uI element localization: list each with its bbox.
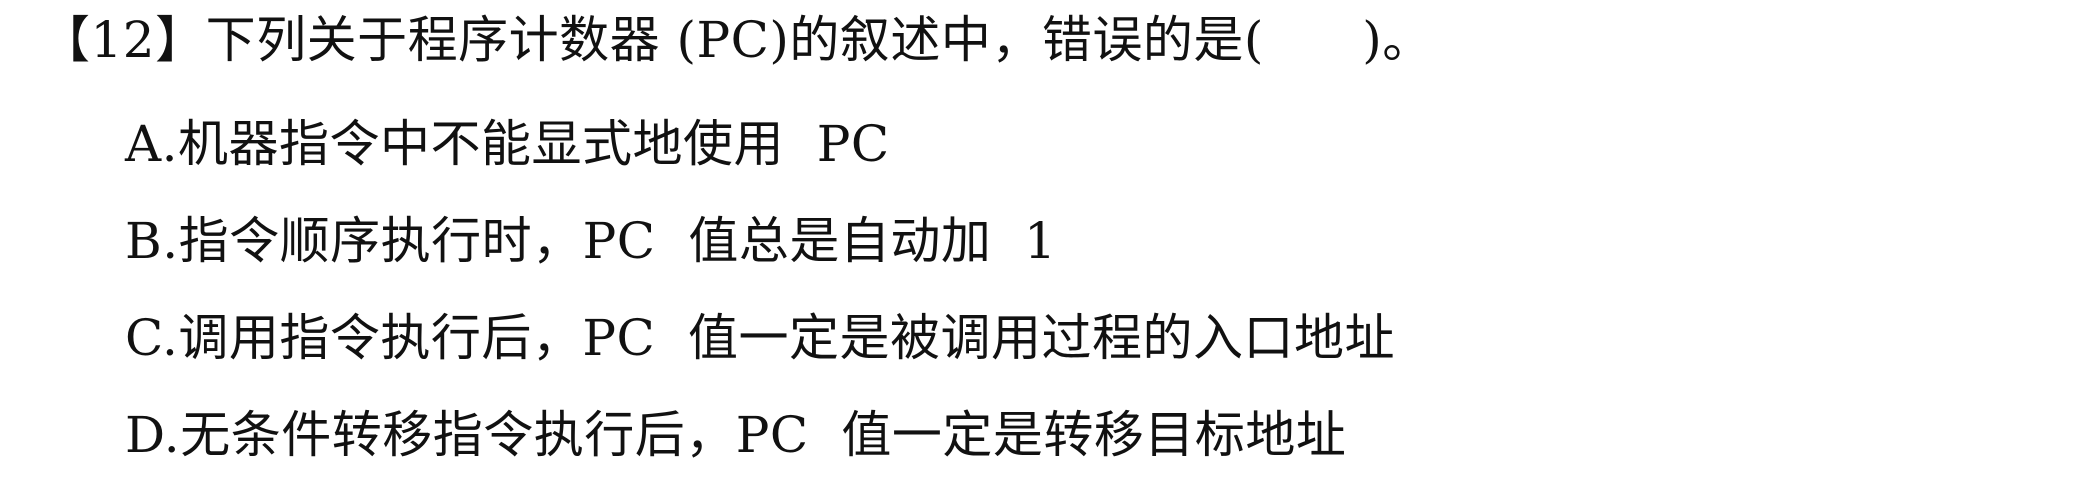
option-b: B.指令顺序执行时，PC 值总是自动加 1 xyxy=(125,212,1057,270)
option-a: A.机器指令中不能显式地使用 PC xyxy=(125,115,890,173)
option-d: D.无条件转移指令执行后，PC 值一定是转移目标地址 xyxy=(125,406,1347,464)
question-stem: 【12】下列关于程序计数器 (PC)的叙述中，错误的是( )。 xyxy=(40,11,1433,69)
question-block: 【12】下列关于程序计数器 (PC)的叙述中，错误的是( )。 A.机器指令中不… xyxy=(0,0,2081,482)
option-c: C.调用指令执行后，PC 值一定是被调用过程的入口地址 xyxy=(125,309,1396,367)
